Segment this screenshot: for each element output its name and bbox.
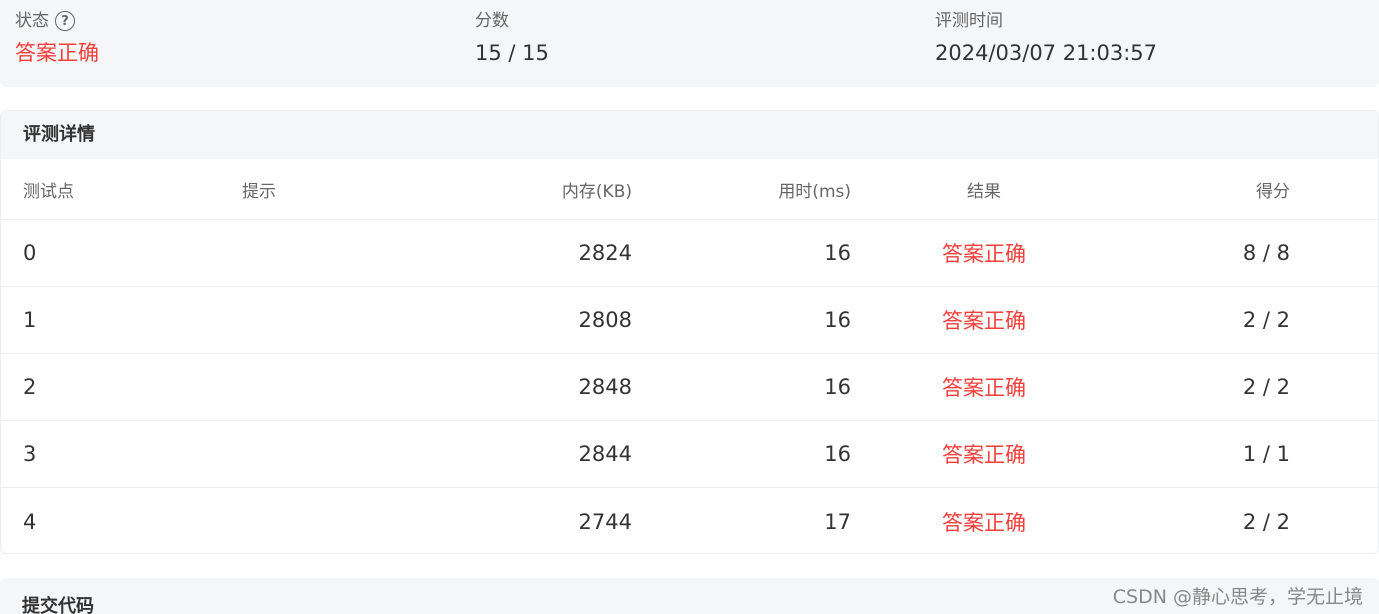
testpoint-score: 2 / 2: [1242, 509, 1290, 534]
testpoint-result: 答案正确: [942, 242, 1026, 266]
submission-summary: 状态 ? 答案正确 分数 15 / 15 评测时间 2024/03/07 21:…: [0, 0, 1379, 87]
col-result: 结果: [967, 181, 1001, 202]
status-section: 状态 ? 答案正确: [15, 8, 99, 68]
testpoint-id: 3: [23, 442, 37, 466]
judge-time-label: 评测时间: [935, 11, 1003, 31]
score-value: 15 / 15: [475, 41, 549, 65]
csdn-watermark: CSDN @静心思考，学无止境: [1112, 586, 1363, 608]
col-testpoint: 测试点: [23, 181, 74, 202]
col-memory: 内存(KB): [561, 181, 632, 202]
col-hint: 提示: [242, 181, 276, 202]
judge-time-value: 2024/03/07 21:03:57: [935, 41, 1158, 65]
testpoint-memory: 2808: [578, 308, 632, 332]
judge-details-card: 评测详情 测试点 提示 内存(KB) 用时(ms) 结果 得分 0 2824 1…: [0, 110, 1379, 554]
testpoint-memory: 2744: [578, 509, 632, 534]
testpoint-id: 1: [23, 308, 37, 332]
table-row: 1 2808 16 答案正确 2 / 2: [1, 287, 1378, 354]
table-header: 测试点 提示 内存(KB) 用时(ms) 结果 得分: [1, 159, 1378, 220]
submitted-code-title: 提交代码: [22, 596, 94, 614]
testpoint-time: 16: [824, 375, 851, 399]
testpoint-id: 2: [23, 375, 37, 399]
testpoint-memory: 2844: [578, 442, 632, 466]
testpoint-result: 答案正确: [942, 376, 1026, 400]
status-value: 答案正确: [15, 41, 99, 65]
testpoint-result: 答案正确: [942, 309, 1026, 333]
judge-details-title: 评测详情: [1, 111, 1378, 159]
testpoint-memory: 2848: [578, 375, 632, 399]
table-row: 2 2848 16 答案正确 2 / 2: [1, 354, 1378, 421]
table-row: 0 2824 16 答案正确 8 / 8: [1, 220, 1378, 287]
testpoint-id: 0: [23, 241, 37, 265]
score-label: 分数: [475, 11, 509, 31]
testpoint-time: 16: [824, 308, 851, 332]
testpoint-result: 答案正确: [942, 443, 1026, 467]
testpoint-score: 8 / 8: [1242, 241, 1290, 265]
testpoint-memory: 2824: [578, 241, 632, 265]
testpoint-time: 17: [824, 509, 851, 534]
testpoint-score: 2 / 2: [1242, 308, 1290, 332]
testpoint-score: 1 / 1: [1242, 442, 1290, 466]
testpoint-result: 答案正确: [942, 510, 1026, 535]
score-section: 分数 15 / 15: [475, 8, 549, 68]
col-time: 用时(ms): [778, 181, 851, 202]
question-circle-icon[interactable]: ?: [55, 11, 75, 31]
status-label: 状态: [15, 11, 49, 31]
testpoint-time: 16: [824, 241, 851, 265]
testpoint-time: 16: [824, 442, 851, 466]
col-score: 得分: [1256, 181, 1290, 202]
judge-time-section: 评测时间 2024/03/07 21:03:57: [935, 8, 1157, 68]
testpoint-id: 4: [23, 509, 37, 534]
table-row: 4 2744 17 答案正确 2 / 2: [1, 488, 1378, 553]
testpoint-score: 2 / 2: [1242, 375, 1290, 399]
table-row: 3 2844 16 答案正确 1 / 1: [1, 421, 1378, 488]
